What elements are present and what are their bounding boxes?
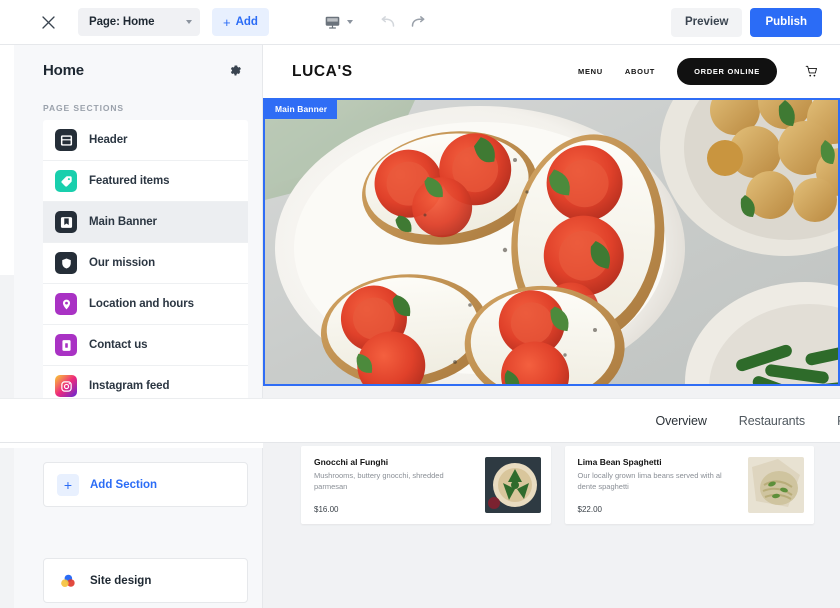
chevron-down-icon	[346, 20, 353, 24]
menu-cards: Gnocchi al Funghi Mushrooms, buttery gno…	[301, 446, 814, 524]
menu-item-description: Mushrooms, buttery gnocchi, shredded par…	[314, 471, 444, 491]
location-pin-icon	[55, 293, 77, 315]
sidebar-item-label: Our mission	[89, 257, 155, 269]
site-logo: LUCA'S	[292, 62, 353, 80]
add-button[interactable]: + Add	[212, 8, 269, 36]
menu-item-image	[484, 457, 541, 513]
chevron-down-icon	[186, 20, 192, 24]
device-preview-selector[interactable]	[317, 8, 361, 36]
nav-link-menu[interactable]: MENU	[578, 67, 603, 76]
toolbar-actions: Preview Publish	[670, 7, 822, 37]
menu-item-text: Gnocchi al Funghi Mushrooms, buttery gno…	[314, 457, 477, 514]
shield-icon	[55, 252, 77, 274]
sidebar-item-label: Main Banner	[89, 216, 157, 228]
color-palette-icon	[57, 570, 79, 592]
overlay-nav-bar: Overview Restaurants R	[0, 398, 840, 443]
close-icon	[41, 15, 55, 29]
main-banner-section[interactable]: Main Banner	[263, 98, 840, 386]
sidebar-item-label: Contact us	[89, 339, 148, 351]
site-design-label: Site design	[90, 574, 152, 587]
menu-item-card[interactable]: Lima Bean Spaghetti Our locally grown li…	[564, 446, 814, 524]
menu-item-text: Lima Bean Spaghetti Our locally grown li…	[578, 457, 741, 514]
site-preview-canvas: LUCA'S MENU ABOUT ORDER ONLINE Main Bann…	[263, 45, 840, 608]
add-section-label: Add Section	[90, 478, 158, 491]
add-button-label: Add	[235, 16, 258, 28]
redo-button[interactable]	[403, 8, 433, 36]
menu-item-price: $22.00	[577, 505, 602, 514]
plus-icon: +	[57, 473, 79, 496]
instagram-icon	[55, 375, 77, 397]
site-nav: MENU ABOUT ORDER ONLINE	[578, 58, 818, 85]
publish-button[interactable]: Publish	[750, 7, 822, 37]
order-online-button[interactable]: ORDER ONLINE	[677, 58, 777, 85]
sidebar-item-featured-items[interactable]: Featured items	[43, 161, 248, 202]
top-toolbar: Page: Home + Add Preview Publish	[0, 0, 840, 45]
page-sections-heading: PAGE SECTIONS	[43, 103, 124, 113]
undo-button[interactable]	[373, 8, 403, 36]
monitor-icon	[325, 16, 340, 29]
undo-icon	[381, 15, 395, 27]
preview-site-header: LUCA'S MENU ABOUT ORDER ONLINE	[263, 45, 840, 98]
overlay-nav-link-restaurants[interactable]: Restaurants	[739, 414, 805, 428]
sidebar-item-contact-us[interactable]: Contact us	[43, 325, 248, 366]
plus-icon: +	[223, 14, 231, 30]
sidebar-item-label: Instagram feed	[89, 380, 170, 392]
menu-item-name: Lima Bean Spaghetti	[577, 457, 662, 467]
page-settings-button[interactable]	[224, 59, 246, 81]
close-editor-button[interactable]	[32, 6, 64, 38]
spaghetti-dish-photo	[748, 457, 804, 513]
menu-item-card[interactable]: Gnocchi al Funghi Mushrooms, buttery gno…	[301, 446, 551, 524]
header-icon	[55, 129, 77, 151]
menu-item-description: Our locally grown lima beans served with…	[577, 471, 722, 491]
menu-item-price: $16.00	[314, 505, 339, 514]
page-title: Home	[43, 61, 84, 79]
sidebar-item-label: Featured items	[89, 175, 170, 187]
sidebar-item-header[interactable]: Header	[43, 120, 248, 161]
redo-icon	[411, 15, 425, 27]
sidebar-item-label: Header	[89, 134, 128, 146]
gnocchi-dish-photo	[484, 457, 541, 513]
banner-image	[265, 100, 838, 384]
overlay-nav-link-overview[interactable]: Overview	[655, 414, 706, 428]
menu-item-name: Gnocchi al Funghi	[314, 457, 389, 467]
page-selector-label: Page: Home	[89, 16, 155, 28]
site-design-button[interactable]: Site design	[43, 558, 248, 603]
contact-card-icon	[55, 334, 77, 356]
sidebar-item-label: Location and hours	[89, 298, 194, 310]
app-root: Page: Home + Add Preview Publish Home PA…	[0, 0, 840, 608]
page-sections-list: Header Featured items Main Banner Our mi…	[43, 120, 248, 407]
overlay-band-shadow	[0, 443, 263, 448]
menu-item-image	[748, 457, 804, 513]
toolbar-tools-group	[317, 8, 433, 36]
page-selector[interactable]: Page: Home	[78, 8, 200, 36]
section-tag-main-banner: Main Banner	[265, 100, 338, 119]
nav-link-about[interactable]: ABOUT	[625, 67, 655, 76]
sidebar-item-our-mission[interactable]: Our mission	[43, 243, 248, 284]
sidebar-header: Home	[14, 45, 262, 87]
sidebar-item-main-banner[interactable]: Main Banner	[43, 202, 248, 243]
sidebar-item-location-and-hours[interactable]: Location and hours	[43, 284, 248, 325]
tag-icon	[55, 170, 77, 192]
shopping-cart-icon[interactable]	[805, 65, 818, 78]
gear-icon	[230, 64, 241, 76]
sidebar: Home PAGE SECTIONS Header Featured items…	[14, 45, 263, 608]
preview-button[interactable]: Preview	[670, 7, 743, 37]
bookmark-icon	[55, 211, 77, 233]
add-section-button[interactable]: + Add Section	[43, 462, 248, 507]
caprese-bruschetta-photo	[265, 100, 838, 384]
